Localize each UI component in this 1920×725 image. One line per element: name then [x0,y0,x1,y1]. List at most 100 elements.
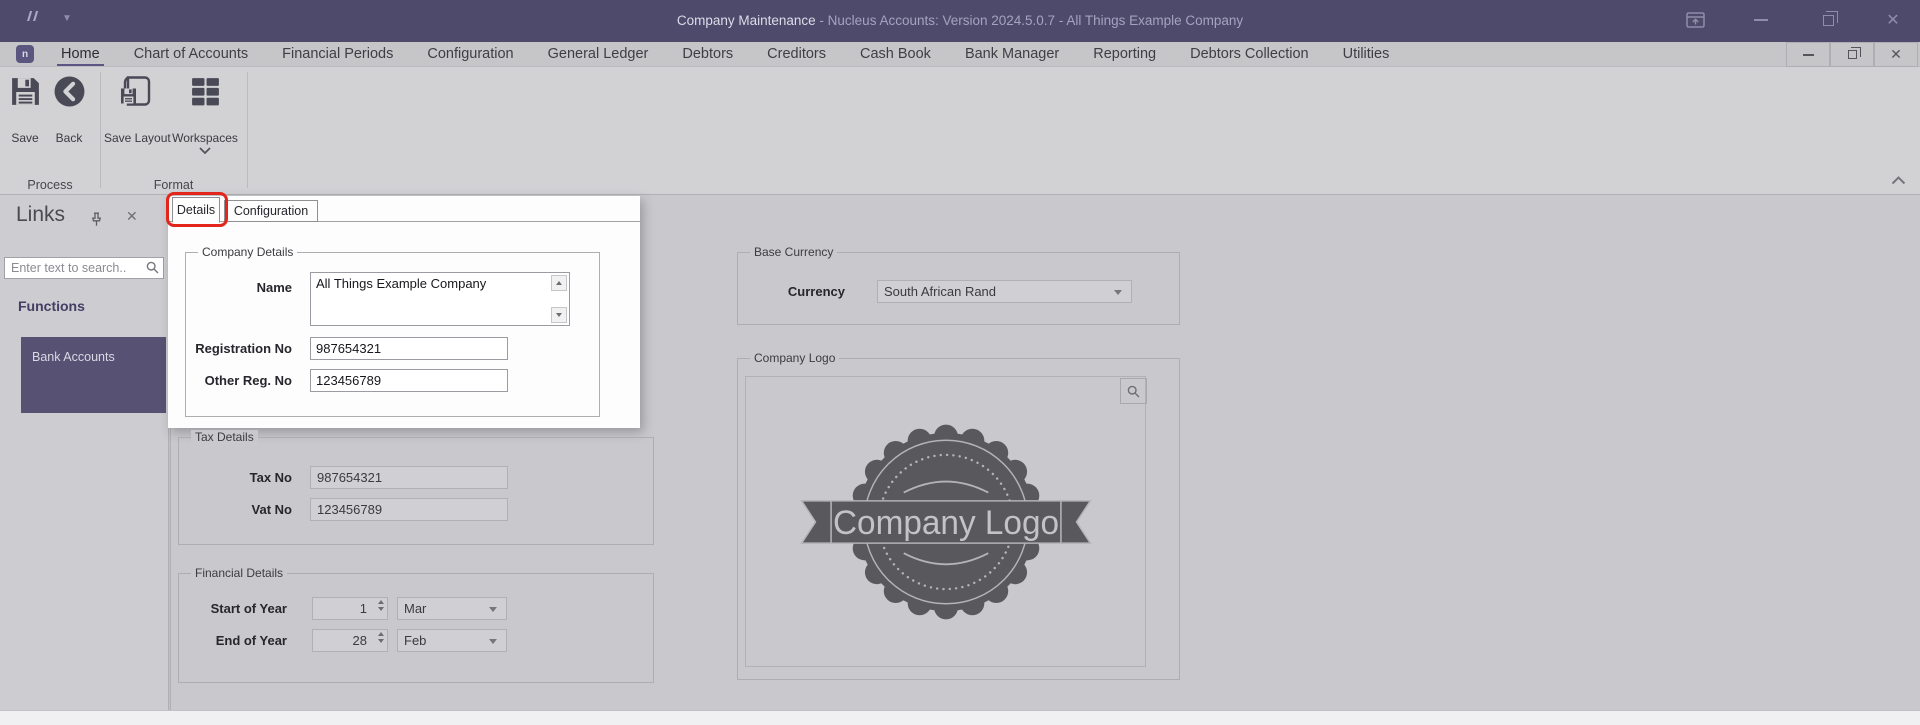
currency-label: Currency [787,284,845,299]
registration-no-value: 987654321 [316,341,382,356]
title-secondary: - Nucleus Accounts: Version 2024.5.0.7 -… [815,12,1244,28]
inner-minimize-button[interactable] [1786,42,1830,67]
back-icon [54,76,84,107]
title-primary: Company Maintenance [676,12,816,28]
ribbon-body: Save Back Save Layout Workspaces Process… [0,67,1920,195]
end-of-year-label: End of Year [215,633,287,648]
company-logo-legend: Company Logo [750,351,840,366]
save-button[interactable]: Save [2,75,48,145]
registration-no-input[interactable]: 987654321 [310,337,508,360]
ribbon-group-format: Format [153,178,194,192]
app-menu-caret-icon[interactable]: ▼ [62,13,72,24]
save-layout-button[interactable]: Save Layout [104,75,171,145]
workspaces-dropdown-chevron[interactable] [170,147,240,154]
start-day-spinner[interactable]: 1 [312,597,388,620]
tax-details-group: Tax Details [178,430,654,545]
ribbon-tab-debtors-collection[interactable]: Debtors Collection [1173,42,1325,67]
inner-window-controls: ✕ [1786,42,1918,67]
tax-no-input[interactable]: 987654321 [310,466,508,489]
ribbon-tab-creditors[interactable]: Creditors [750,42,843,67]
base-currency-legend: Base Currency [750,245,838,260]
ribbon-tab-financial-periods[interactable]: Financial Periods [265,42,410,67]
tab-configuration[interactable]: Configuration [224,200,318,222]
functions-section-title: Functions [18,298,85,314]
tab-details[interactable]: Details [172,197,220,223]
spin-down-icon[interactable] [378,639,384,643]
end-day-value: 28 [352,633,367,648]
ribbon-group-separator [100,72,101,188]
ribbon-tab-configuration[interactable]: Configuration [410,42,530,67]
ribbon-tab-utilities[interactable]: Utilities [1326,42,1407,67]
end-month-value: Feb [404,633,427,648]
links-close-icon[interactable]: ✕ [126,208,138,225]
vat-no-label: Vat No [251,502,292,517]
inner-restore-button[interactable] [1830,42,1874,67]
company-name-input[interactable]: All Things Example Company [310,272,570,326]
start-of-year-label: Start of Year [210,601,287,616]
start-day-value: 1 [359,601,367,616]
ribbon-tab-debtors[interactable]: Debtors [665,42,750,67]
company-name-value: All Things Example Company [316,276,487,291]
workspaces-button[interactable]: Workspaces [170,75,240,154]
start-month-dropdown[interactable]: Mar [397,597,507,620]
minimize-icon [1754,19,1768,21]
ribbon-tabs: Home Chart of Accounts Financial Periods… [44,42,1406,67]
ribbon-tab-home[interactable]: Home [44,42,117,67]
titlebar-left: ▼ [24,9,72,27]
dropdown-arrow-icon [489,638,497,644]
ribbon-group-process: Process [27,178,73,192]
save-icon [11,78,39,105]
arrow-down-icon [556,313,562,317]
spin-up-icon[interactable] [378,632,384,636]
app-logo-icon [24,9,40,27]
links-search-input[interactable] [4,257,164,279]
spin-up-icon[interactable] [378,600,384,604]
start-month-value: Mar [404,601,427,616]
close-window-button[interactable]: ✕ [1882,8,1904,32]
restore-icon [1847,47,1861,59]
scroll-down-button[interactable] [551,307,567,323]
title-bar: Company Maintenance - Nucleus Accounts: … [0,0,1920,42]
other-reg-no-value: 123456789 [316,373,382,388]
inner-close-button[interactable]: ✕ [1874,42,1918,67]
restore-icon [1823,10,1838,26]
dropdown-arrow-icon [1114,289,1122,295]
ribbon-group-separator [247,72,248,188]
ribbon-tab-chart-of-accounts[interactable]: Chart of Accounts [117,42,265,67]
ribbon-tab-general-ledger[interactable]: General Ledger [531,42,666,67]
ribbon-tab-bank-manager[interactable]: Bank Manager [948,42,1076,67]
other-reg-no-input[interactable]: 123456789 [310,369,508,392]
ribbon-tab-cash-book[interactable]: Cash Book [843,42,948,67]
arrow-up-icon [556,281,562,285]
save-layout-button-label: Save Layout [104,131,171,145]
ribbon-collapse-button[interactable] [1891,172,1906,190]
dropdown-arrow-icon [489,606,497,612]
dock-window-button[interactable] [1684,8,1706,32]
dock-window-icon [1685,11,1705,28]
titlebar-controls: ✕ [1684,8,1904,32]
end-month-dropdown[interactable]: Feb [397,629,507,652]
other-reg-no-label: Other Reg. No [204,373,292,388]
registration-no-label: Registration No [195,341,292,356]
financial-details-group: Financial Details [178,566,654,683]
chevron-up-icon [1891,176,1906,185]
sidebar-item-bank-accounts[interactable]: Bank Accounts [21,337,166,413]
ribbon-app-icon[interactable]: n [16,45,34,63]
title-text: Company Maintenance - Nucleus Accounts: … [0,0,1920,40]
currency-dropdown[interactable]: South African Rand [877,280,1132,303]
scroll-up-button[interactable] [551,275,567,291]
sidebar-item-label: Bank Accounts [32,350,115,364]
back-button-label: Back [55,131,83,145]
save-layout-icon [121,76,151,106]
restore-window-button[interactable] [1816,8,1838,32]
vat-no-input[interactable]: 123456789 [310,498,508,521]
workspaces-icon [191,78,219,106]
window-footer [0,710,1920,725]
minimize-window-button[interactable] [1750,8,1772,32]
ribbon-tab-reporting[interactable]: Reporting [1076,42,1173,67]
back-button[interactable]: Back [47,75,91,145]
end-day-spinner[interactable]: 28 [312,629,388,652]
save-button-label: Save [11,131,39,145]
pin-icon[interactable] [90,212,103,232]
spin-down-icon[interactable] [378,607,384,611]
